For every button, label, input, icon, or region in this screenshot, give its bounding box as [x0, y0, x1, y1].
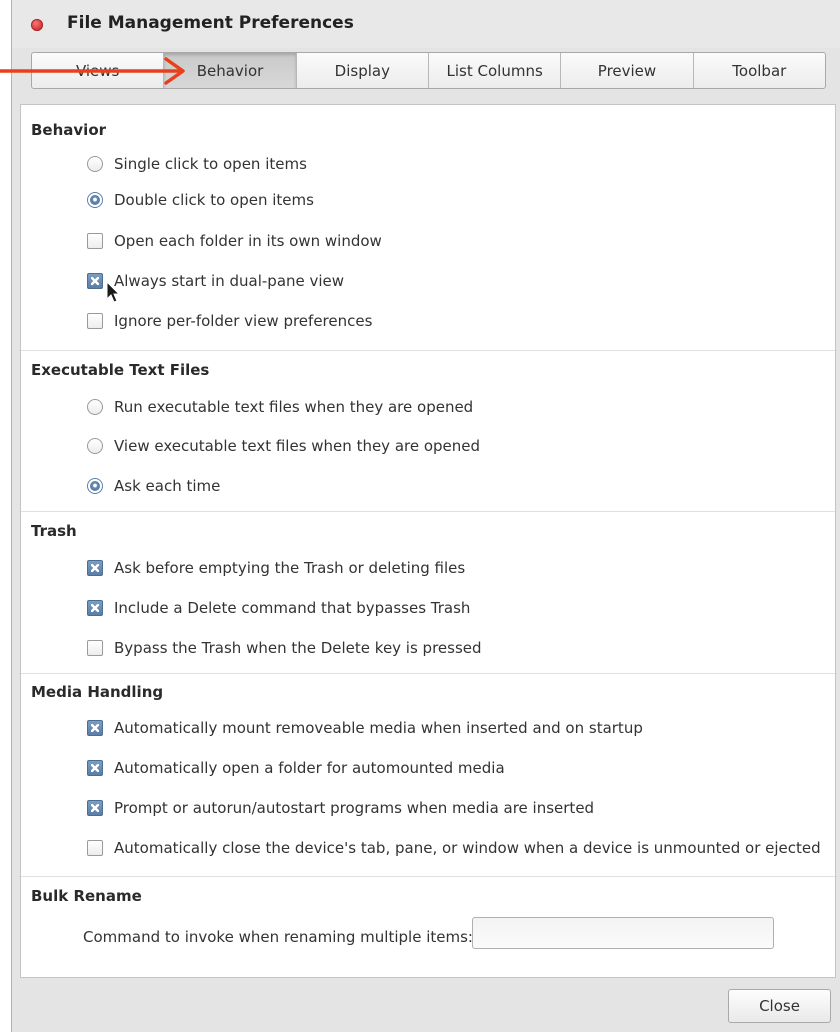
ask-before-emptying-checkbox[interactable]	[87, 560, 103, 576]
run-executable-option[interactable]: Run executable text files when they are …	[87, 398, 473, 416]
automount-label: Automatically mount removeable media whe…	[114, 719, 643, 737]
media-section-title: Media Handling	[31, 683, 164, 701]
ignore-prefs-option[interactable]: Ignore per-folder view preferences	[87, 312, 372, 330]
run-executable-label: Run executable text files when they are …	[114, 398, 474, 416]
trash-section-title: Trash	[31, 522, 77, 540]
trash-section: Trash Ask before emptying the Trash or d…	[21, 511, 835, 674]
mouse-pointer-icon	[106, 281, 121, 303]
delete-command-label: Include a Delete command that bypasses T…	[114, 599, 471, 617]
bypass-trash-option[interactable]: Bypass the Trash when the Delete key is …	[87, 639, 482, 657]
ask-each-time-option[interactable]: Ask each time	[87, 477, 220, 495]
ignore-prefs-checkbox[interactable]	[87, 313, 103, 329]
autorun-option[interactable]: Prompt or autorun/autostart programs whe…	[87, 799, 594, 817]
open-folder-option[interactable]: Automatically open a folder for automoun…	[87, 759, 505, 777]
autorun-label: Prompt or autorun/autostart programs whe…	[114, 799, 595, 817]
dual-pane-checkbox[interactable]	[87, 273, 103, 289]
ask-each-time-label: Ask each time	[114, 477, 221, 495]
ask-before-emptying-option[interactable]: Ask before emptying the Trash or deletin…	[87, 559, 465, 577]
tab-preview[interactable]: Preview	[561, 53, 694, 88]
preferences-panel: Behavior Single click to open items Doub…	[20, 104, 836, 978]
tab-display[interactable]: Display	[297, 53, 429, 88]
window-title: File Management Preferences	[67, 13, 354, 33]
ignore-prefs-label: Ignore per-folder view preferences	[114, 312, 373, 330]
close-device-tab-label: Automatically close the device's tab, pa…	[114, 839, 821, 857]
ask-each-time-radio[interactable]	[87, 478, 103, 494]
own-window-checkbox[interactable]	[87, 233, 103, 249]
media-section: Media Handling Automatically mount remov…	[21, 673, 835, 877]
own-window-option[interactable]: Open each folder in its own window	[87, 232, 382, 250]
open-folder-checkbox[interactable]	[87, 760, 103, 776]
bulk-rename-command-input[interactable]	[472, 917, 774, 949]
single-click-option[interactable]: Single click to open items	[87, 155, 307, 173]
double-click-option[interactable]: Double click to open items	[87, 191, 314, 209]
view-executable-radio[interactable]	[87, 438, 103, 454]
bypass-trash-label: Bypass the Trash when the Delete key is …	[114, 639, 482, 657]
single-click-label: Single click to open items	[114, 155, 307, 173]
bulk-rename-section: Bulk Rename Command to invoke when renam…	[21, 876, 835, 977]
open-folder-label: Automatically open a folder for automoun…	[114, 759, 505, 777]
tab-toolbar[interactable]: Toolbar	[694, 53, 825, 88]
run-executable-radio[interactable]	[87, 399, 103, 415]
automount-option[interactable]: Automatically mount removeable media whe…	[87, 719, 643, 737]
bulk-rename-command-label: Command to invoke when renaming multiple…	[83, 928, 473, 946]
view-executable-label: View executable text files when they are…	[114, 437, 481, 455]
bulk-rename-section-title: Bulk Rename	[31, 887, 142, 905]
ask-before-emptying-label: Ask before emptying the Trash or deletin…	[114, 559, 466, 577]
dual-pane-option[interactable]: Always start in dual-pane view	[87, 272, 344, 290]
delete-command-option[interactable]: Include a Delete command that bypasses T…	[87, 599, 470, 617]
autorun-checkbox[interactable]	[87, 800, 103, 816]
double-click-radio[interactable]	[87, 192, 103, 208]
automount-checkbox[interactable]	[87, 720, 103, 736]
double-click-label: Double click to open items	[114, 191, 314, 209]
arrow-right-icon	[0, 57, 185, 85]
executable-section: Executable Text Files Run executable tex…	[21, 350, 835, 512]
delete-command-checkbox[interactable]	[87, 600, 103, 616]
title-bar: File Management Preferences	[12, 0, 840, 48]
dual-pane-label: Always start in dual-pane view	[114, 272, 345, 290]
behavior-section-title: Behavior	[31, 121, 107, 139]
close-device-tab-option[interactable]: Automatically close the device's tab, pa…	[87, 839, 821, 857]
behavior-section: Behavior Single click to open items Doub…	[21, 105, 835, 351]
bypass-trash-checkbox[interactable]	[87, 640, 103, 656]
single-click-radio[interactable]	[87, 156, 103, 172]
tab-list-columns[interactable]: List Columns	[429, 53, 562, 88]
close-button[interactable]: Close	[728, 989, 831, 1023]
own-window-label: Open each folder in its own window	[114, 232, 382, 250]
preferences-window: File Management Preferences Views Behavi…	[11, 0, 840, 1032]
close-device-tab-checkbox[interactable]	[87, 840, 103, 856]
window-close-icon[interactable]	[31, 19, 43, 31]
executable-section-title: Executable Text Files	[31, 361, 210, 379]
view-executable-option[interactable]: View executable text files when they are…	[87, 437, 480, 455]
